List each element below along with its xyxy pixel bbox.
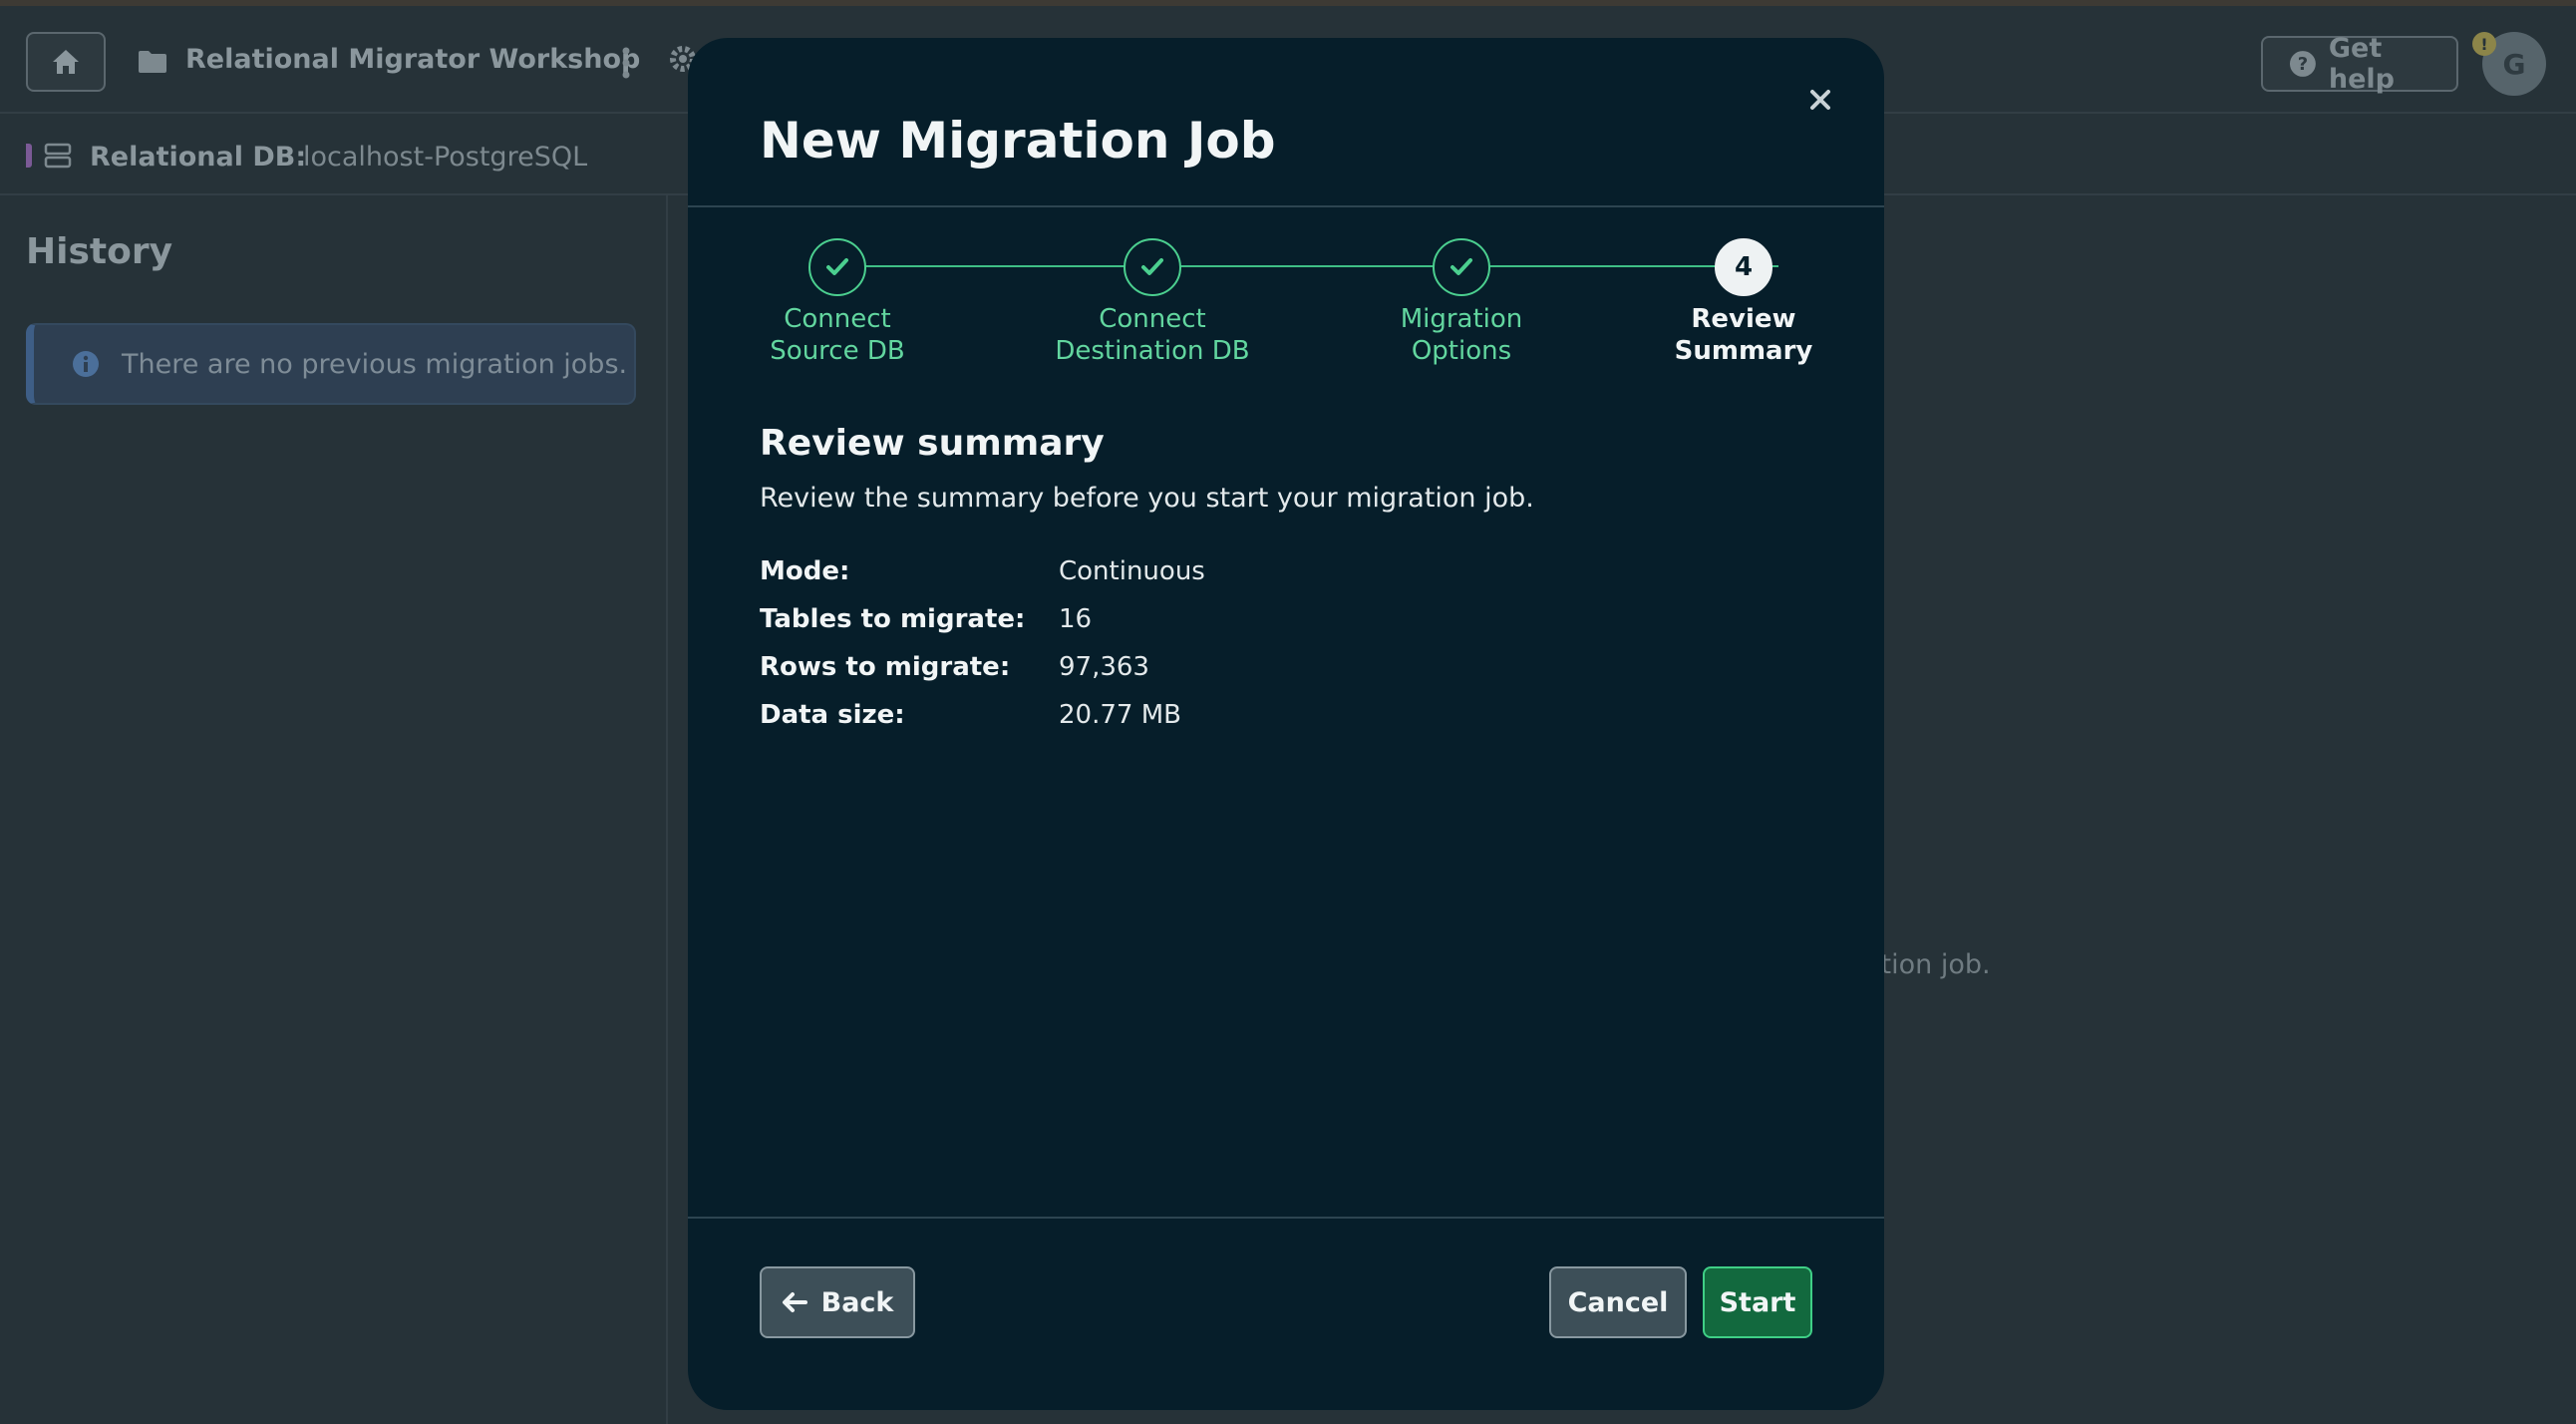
summary-row-rows: Rows to migrate: 97,363: [760, 652, 1557, 692]
check-icon: [1141, 258, 1163, 275]
step-3-circle: [1433, 238, 1490, 296]
back-button-label: Back: [820, 1286, 894, 1318]
step-4-circle: 4: [1715, 238, 1772, 296]
summary-key: Tables to migrate:: [760, 604, 1026, 634]
info-icon: [73, 351, 99, 377]
step-1-label: Connect Source DB: [718, 303, 957, 367]
step-2-label: Connect Destination DB: [1033, 303, 1272, 367]
step-4-label-line1: Review: [1691, 304, 1796, 334]
review-summary-title: Review summary: [760, 423, 1105, 464]
relational-db-value[interactable]: localhost-PostgreSQL: [303, 142, 587, 173]
history-sidebar: History There are no previous migration …: [0, 195, 668, 1424]
step-3-label: Migration Options: [1342, 303, 1581, 367]
arrow-left-icon: [782, 1292, 807, 1312]
summary-value: 20.77 MB: [1059, 700, 1181, 730]
home-button[interactable]: [26, 32, 106, 92]
close-icon: [1810, 90, 1830, 110]
get-help-button[interactable]: ? Get help: [2261, 33, 2458, 95]
modal-footer-divider: [688, 1217, 1884, 1219]
step-4-label-line2: Summary: [1674, 336, 1813, 366]
summary-row-data-size: Data size: 20.77 MB: [760, 700, 1557, 740]
step-1-label-line2: Source DB: [770, 336, 905, 366]
svg-text:?: ?: [2298, 54, 2308, 75]
review-summary-description: Review the summary before you start your…: [760, 483, 1534, 514]
no-jobs-message: There are no previous migration jobs.: [122, 348, 628, 380]
summary-value: Continuous: [1059, 556, 1205, 586]
kebab-menu-icon[interactable]: [620, 46, 632, 80]
db-accent-marker: [26, 144, 32, 168]
check-icon: [826, 258, 848, 275]
stepper-connector: [837, 265, 1778, 267]
folder-icon: [139, 51, 166, 73]
database-icon: [44, 143, 72, 169]
step-1-label-line1: Connect: [784, 304, 891, 334]
modal-title: New Migration Job: [760, 112, 1276, 170]
close-button[interactable]: [1804, 84, 1836, 116]
modal-divider: [688, 205, 1884, 207]
no-jobs-banner: There are no previous migration jobs.: [26, 323, 636, 405]
step-2-label-line2: Destination DB: [1055, 336, 1250, 366]
help-icon: ?: [2289, 51, 2316, 77]
summary-key: Mode:: [760, 556, 850, 586]
summary-row-mode: Mode: Continuous: [760, 556, 1557, 596]
step-2-circle: [1124, 238, 1181, 296]
relational-db-label: Relational DB:: [90, 142, 307, 173]
back-button[interactable]: Back: [760, 1266, 915, 1338]
step-4-label: Review Summary: [1624, 303, 1863, 367]
step-2-label-line1: Connect: [1099, 304, 1206, 334]
step-1-circle: [808, 238, 866, 296]
summary-value: 97,363: [1059, 652, 1149, 682]
alert-badge: !: [2472, 32, 2496, 56]
start-button[interactable]: Start: [1703, 1266, 1812, 1338]
home-icon: [53, 50, 79, 74]
step-3-label-line1: Migration: [1400, 304, 1523, 334]
cancel-button[interactable]: Cancel: [1549, 1266, 1687, 1338]
history-title: History: [26, 231, 173, 272]
summary-value: 16: [1059, 604, 1093, 634]
project-name[interactable]: Relational Migrator Workshop: [185, 44, 640, 75]
step-3-label-line2: Options: [1411, 336, 1512, 366]
summary-key: Rows to migrate:: [760, 652, 1011, 682]
summary-row-tables: Tables to migrate: 16: [760, 604, 1557, 644]
new-migration-job-modal: New Migration Job 4 Connect Source DB Co…: [688, 38, 1884, 1410]
get-help-label: Get help: [2328, 33, 2395, 95]
summary-key: Data size:: [760, 700, 905, 730]
check-icon: [1450, 258, 1472, 275]
